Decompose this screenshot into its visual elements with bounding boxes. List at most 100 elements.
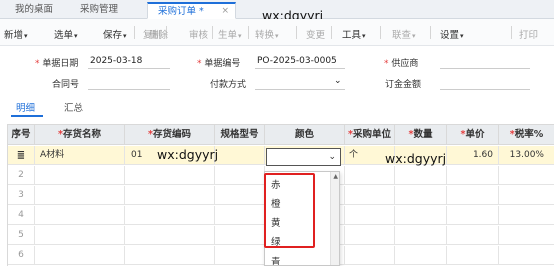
cell-tax[interactable] — [499, 226, 554, 245]
generate-button-label: 生单 — [218, 30, 238, 41]
toolbar-divider — [248, 26, 249, 39]
new-button-label: 新增 — [4, 30, 24, 41]
payment-method-select[interactable] — [255, 89, 345, 90]
row-number: 3 — [8, 186, 35, 205]
cell-spec[interactable] — [215, 166, 265, 185]
cell-qty[interactable] — [395, 186, 447, 205]
chevron-down-icon: ▾ — [123, 32, 127, 40]
row-handle-icon[interactable]: ≣ — [8, 146, 35, 165]
cell-tax[interactable]: 13.00% — [499, 146, 554, 165]
cell-name[interactable] — [35, 246, 125, 265]
column-header-name[interactable]: *存货名称 — [35, 125, 125, 145]
delete-button[interactable]: 删除 — [149, 27, 168, 41]
chevron-down-icon: ▾ — [24, 32, 28, 40]
print-button[interactable]: 打印 — [519, 27, 538, 41]
cell-qty[interactable] — [395, 246, 447, 265]
cell-unit[interactable] — [345, 226, 395, 245]
linked-query-button[interactable]: 联查▾ — [392, 27, 416, 41]
convert-button-label: 转换 — [255, 30, 275, 41]
tools-button[interactable]: 工具▾ — [342, 27, 366, 41]
deposit-amount-field[interactable] — [440, 89, 530, 90]
column-header-tax[interactable]: *税率% — [499, 125, 554, 145]
order-number-label: * 单据编号 — [197, 59, 241, 69]
tab-purchase-order[interactable]: 采购订单 * × — [147, 2, 236, 19]
column-header-unit[interactable]: *采购单位 — [345, 125, 395, 145]
convert-button[interactable]: 转换▾ — [255, 27, 279, 41]
toolbar-divider — [134, 26, 135, 39]
tab-summary[interactable]: 汇总 — [64, 100, 83, 114]
chevron-down-icon[interactable]: ⌄ — [334, 76, 342, 86]
cell-code[interactable] — [125, 166, 215, 185]
color-option[interactable]: 青 — [271, 254, 281, 265]
cell-price[interactable]: 1.60 — [447, 146, 499, 165]
tab-my-desk[interactable]: 我的桌面 — [15, 2, 53, 19]
row-number: 6 — [8, 246, 35, 265]
date-field[interactable]: 2025-03-18 — [90, 56, 142, 66]
audit-button[interactable]: 审核 — [189, 27, 208, 41]
select-order-button[interactable]: 选单▾ — [54, 27, 78, 41]
cell-unit[interactable] — [345, 206, 395, 225]
deposit-amount-label: 订金金额 — [385, 80, 422, 90]
cell-code[interactable] — [125, 206, 215, 225]
cell-name[interactable] — [35, 226, 125, 245]
column-header-spec[interactable]: 规格型号 — [215, 125, 265, 145]
cell-spec[interactable] — [215, 206, 265, 225]
cell-spec[interactable] — [215, 146, 265, 165]
color-select[interactable]: ⌄ — [266, 148, 341, 166]
cell-spec[interactable] — [215, 186, 265, 205]
cell-unit[interactable] — [345, 186, 395, 205]
settings-button-label: 设置 — [440, 30, 460, 41]
cell-price[interactable] — [447, 186, 499, 205]
cell-qty[interactable] — [395, 166, 447, 185]
cell-name[interactable]: A材料 — [35, 146, 125, 165]
column-header-color[interactable]: 颜色 — [265, 125, 345, 145]
generate-button[interactable]: 生单▾ — [218, 27, 242, 41]
cell-code[interactable] — [125, 246, 215, 265]
column-header-qty[interactable]: *数量 — [395, 125, 447, 145]
toolbar-divider — [511, 26, 512, 39]
settings-button[interactable]: 设置▾ — [440, 27, 464, 41]
cell-spec[interactable] — [215, 246, 265, 265]
tab-detail[interactable]: 明细 — [16, 100, 35, 114]
cell-unit[interactable] — [345, 166, 395, 185]
watermark-text: wx:dgyyrj — [157, 147, 219, 162]
tab-purchase-management[interactable]: 采购管理 — [80, 2, 118, 19]
cell-tax[interactable] — [499, 206, 554, 225]
cell-price[interactable] — [447, 246, 499, 265]
cell-tax[interactable] — [499, 166, 554, 185]
new-button[interactable]: 新增▾ — [4, 27, 28, 41]
cell-price[interactable] — [447, 226, 499, 245]
dropdown-scrollbar[interactable]: ▲ — [330, 172, 339, 265]
column-header-price[interactable]: *单价 — [447, 125, 499, 145]
cell-qty[interactable] — [395, 206, 447, 225]
date-label: * 单据日期 — [35, 59, 79, 69]
scroll-up-icon[interactable]: ▲ — [333, 173, 338, 180]
cell-tax[interactable] — [499, 246, 554, 265]
cell-spec[interactable] — [215, 226, 265, 245]
cell-code[interactable] — [125, 226, 215, 245]
toolbar-divider — [380, 26, 381, 39]
order-number-field[interactable]: PO-2025-03-0005 — [257, 56, 337, 66]
cell-name[interactable] — [35, 206, 125, 225]
contract-field[interactable] — [88, 89, 170, 90]
cell-unit[interactable] — [345, 246, 395, 265]
cell-qty[interactable] — [395, 226, 447, 245]
chevron-down-icon: ▾ — [238, 32, 242, 40]
cell-name[interactable] — [35, 186, 125, 205]
cell-price[interactable] — [447, 166, 499, 185]
cell-code[interactable] — [125, 186, 215, 205]
chevron-down-icon[interactable]: ⌄ — [328, 152, 336, 162]
order-number-underline — [255, 68, 345, 69]
change-button[interactable]: 变更 — [306, 27, 325, 41]
grid-header: 序号 *存货名称 *存货编码 规格型号 颜色 *采购单位 *数量 *单价 *税率… — [8, 124, 554, 145]
close-icon[interactable]: × — [221, 4, 229, 19]
save-button[interactable]: 保存▾ — [103, 27, 127, 41]
cell-price[interactable] — [447, 206, 499, 225]
column-header-code[interactable]: *存货编码 — [125, 125, 215, 145]
cell-tax[interactable] — [499, 186, 554, 205]
supplier-field[interactable] — [440, 68, 530, 69]
active-tab-indicator — [11, 115, 43, 117]
cell-name[interactable] — [35, 166, 125, 185]
chevron-down-icon: ▾ — [460, 32, 464, 40]
highlight-box — [264, 173, 315, 248]
